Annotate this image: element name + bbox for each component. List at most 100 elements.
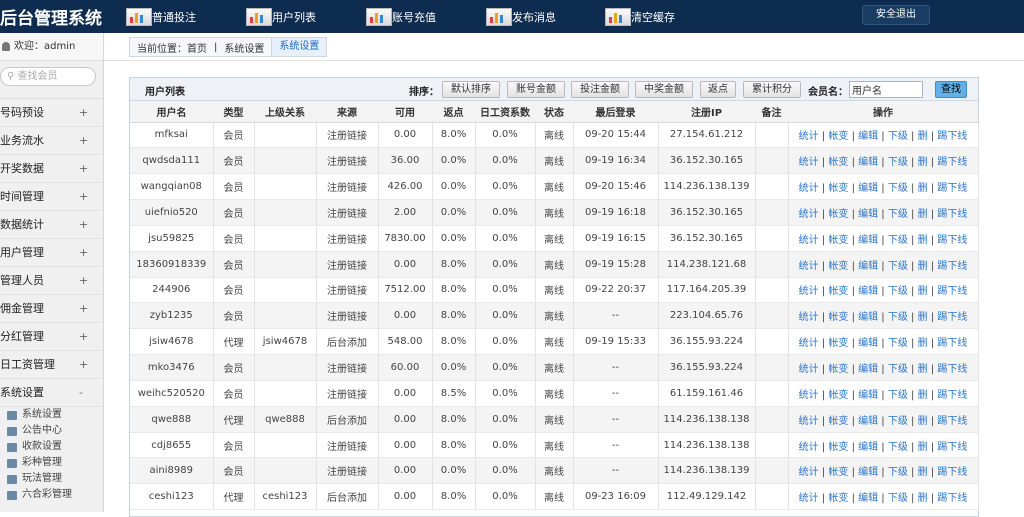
row-action-link[interactable]: 下级 bbox=[888, 131, 908, 142]
row-action-link[interactable]: 删 bbox=[918, 364, 928, 375]
row-action-link[interactable]: 统计 bbox=[799, 338, 819, 349]
row-action-link[interactable]: 帐变 bbox=[828, 157, 848, 168]
row-action-link[interactable]: 帐变 bbox=[828, 338, 848, 349]
sidebar-item[interactable]: 分红管理 + bbox=[0, 323, 103, 351]
row-action-link[interactable]: 编辑 bbox=[858, 235, 878, 246]
row-action-link[interactable]: 删 bbox=[918, 493, 928, 504]
row-action-link[interactable]: 编辑 bbox=[858, 209, 878, 220]
sort-win-amount-button[interactable]: 中奖金额 bbox=[635, 81, 693, 98]
search-input[interactable]: ⚲ 查找会员 bbox=[0, 67, 96, 86]
submenu-item[interactable]: 玩法管理 bbox=[0, 471, 103, 487]
submenu-item[interactable]: 公告中心 bbox=[0, 423, 103, 439]
sidebar-item[interactable]: 系统设置 - bbox=[0, 379, 103, 407]
sort-rebate-button[interactable]: 返点 bbox=[700, 81, 736, 98]
row-action-link[interactable]: 踢下线 bbox=[937, 183, 967, 194]
row-action-link[interactable]: 下级 bbox=[888, 312, 908, 323]
row-action-link[interactable]: 踢下线 bbox=[937, 467, 967, 478]
row-action-link[interactable]: 帐变 bbox=[828, 286, 848, 297]
row-action-link[interactable]: 踢下线 bbox=[937, 157, 967, 168]
row-action-link[interactable]: 踢下线 bbox=[937, 286, 967, 297]
logout-button[interactable]: 安全退出 bbox=[862, 5, 930, 25]
row-action-link[interactable]: 踢下线 bbox=[937, 442, 967, 453]
row-action-link[interactable]: 下级 bbox=[888, 442, 908, 453]
row-action-link[interactable]: 下级 bbox=[888, 157, 908, 168]
sidebar-item[interactable]: 日工资管理 + bbox=[0, 351, 103, 379]
row-action-link[interactable]: 编辑 bbox=[858, 131, 878, 142]
row-action-link[interactable]: 下级 bbox=[888, 209, 908, 220]
row-action-link[interactable]: 帐变 bbox=[828, 183, 848, 194]
row-action-link[interactable]: 踢下线 bbox=[937, 312, 967, 323]
row-action-link[interactable]: 帐变 bbox=[828, 312, 848, 323]
row-action-link[interactable]: 删 bbox=[918, 209, 928, 220]
row-action-link[interactable]: 下级 bbox=[888, 467, 908, 478]
row-action-link[interactable]: 帐变 bbox=[828, 467, 848, 478]
row-action-link[interactable]: 踢下线 bbox=[937, 235, 967, 246]
row-action-link[interactable]: 统计 bbox=[799, 390, 819, 401]
row-action-link[interactable]: 删 bbox=[918, 416, 928, 427]
row-action-link[interactable]: 编辑 bbox=[858, 390, 878, 401]
row-action-link[interactable]: 编辑 bbox=[858, 286, 878, 297]
submenu-item[interactable]: 系统设置 bbox=[0, 407, 103, 423]
breadcrumb-mid[interactable]: 系统设置 bbox=[217, 40, 271, 55]
row-action-link[interactable]: 下级 bbox=[888, 235, 908, 246]
row-action-link[interactable]: 编辑 bbox=[858, 183, 878, 194]
row-action-link[interactable]: 帐变 bbox=[828, 131, 848, 142]
row-action-link[interactable]: 下级 bbox=[888, 183, 908, 194]
row-action-link[interactable]: 编辑 bbox=[858, 467, 878, 478]
row-action-link[interactable]: 统计 bbox=[799, 312, 819, 323]
row-action-link[interactable]: 统计 bbox=[799, 235, 819, 246]
row-action-link[interactable]: 统计 bbox=[799, 157, 819, 168]
sidebar-item[interactable]: 时间管理 + bbox=[0, 183, 103, 211]
row-action-link[interactable]: 编辑 bbox=[858, 493, 878, 504]
row-action-link[interactable]: 编辑 bbox=[858, 442, 878, 453]
row-action-link[interactable]: 删 bbox=[918, 338, 928, 349]
row-action-link[interactable]: 删 bbox=[918, 390, 928, 401]
sidebar-item[interactable]: 业务流水 + bbox=[0, 127, 103, 155]
row-action-link[interactable]: 踢下线 bbox=[937, 209, 967, 220]
row-action-link[interactable]: 编辑 bbox=[858, 416, 878, 427]
row-action-link[interactable]: 统计 bbox=[799, 442, 819, 453]
sidebar-item[interactable]: 号码预设 + bbox=[0, 99, 103, 127]
nav-publish-message[interactable]: 发布消息 bbox=[486, 6, 556, 28]
row-action-link[interactable]: 踢下线 bbox=[937, 390, 967, 401]
row-action-link[interactable]: 踢下线 bbox=[937, 364, 967, 375]
row-action-link[interactable]: 编辑 bbox=[858, 338, 878, 349]
row-action-link[interactable]: 下级 bbox=[888, 390, 908, 401]
row-action-link[interactable]: 帐变 bbox=[828, 442, 848, 453]
submenu-item[interactable]: 六合彩管理 bbox=[0, 487, 103, 503]
row-action-link[interactable]: 编辑 bbox=[858, 312, 878, 323]
row-action-link[interactable]: 帐变 bbox=[828, 493, 848, 504]
row-action-link[interactable]: 踢下线 bbox=[937, 416, 967, 427]
row-action-link[interactable]: 删 bbox=[918, 467, 928, 478]
row-action-link[interactable]: 编辑 bbox=[858, 364, 878, 375]
row-action-link[interactable]: 下级 bbox=[888, 364, 908, 375]
row-action-link[interactable]: 帐变 bbox=[828, 416, 848, 427]
nav-clear-cache[interactable]: 清空缓存 bbox=[605, 6, 675, 28]
row-action-link[interactable]: 编辑 bbox=[858, 157, 878, 168]
row-action-link[interactable]: 统计 bbox=[799, 131, 819, 142]
row-action-link[interactable]: 帐变 bbox=[828, 209, 848, 220]
sort-default-button[interactable]: 默认排序 bbox=[442, 81, 500, 98]
sort-bet-amount-button[interactable]: 投注金额 bbox=[571, 81, 629, 98]
sort-points-button[interactable]: 累计积分 bbox=[743, 81, 801, 98]
row-action-link[interactable]: 下级 bbox=[888, 493, 908, 504]
submenu-item[interactable]: 收款设置 bbox=[0, 439, 103, 455]
sidebar-item[interactable]: 佣金管理 + bbox=[0, 295, 103, 323]
sidebar-item[interactable]: 管理人员 + bbox=[0, 267, 103, 295]
find-button[interactable]: 查找 bbox=[935, 81, 967, 98]
nav-account-recharge[interactable]: 账号充值 bbox=[366, 6, 436, 28]
row-action-link[interactable]: 帐变 bbox=[828, 235, 848, 246]
sort-balance-button[interactable]: 账号金额 bbox=[507, 81, 565, 98]
row-action-link[interactable]: 统计 bbox=[799, 364, 819, 375]
row-action-link[interactable]: 编辑 bbox=[858, 261, 878, 272]
row-action-link[interactable]: 统计 bbox=[799, 261, 819, 272]
row-action-link[interactable]: 删 bbox=[918, 442, 928, 453]
row-action-link[interactable]: 删 bbox=[918, 131, 928, 142]
row-action-link[interactable]: 下级 bbox=[888, 261, 908, 272]
row-action-link[interactable]: 下级 bbox=[888, 416, 908, 427]
row-action-link[interactable]: 踢下线 bbox=[937, 131, 967, 142]
nav-normal-bet[interactable]: 普通投注 bbox=[126, 6, 196, 28]
submenu-item[interactable]: 彩种管理 bbox=[0, 455, 103, 471]
row-action-link[interactable]: 统计 bbox=[799, 209, 819, 220]
nav-user-list[interactable]: 用户列表 bbox=[246, 6, 316, 28]
